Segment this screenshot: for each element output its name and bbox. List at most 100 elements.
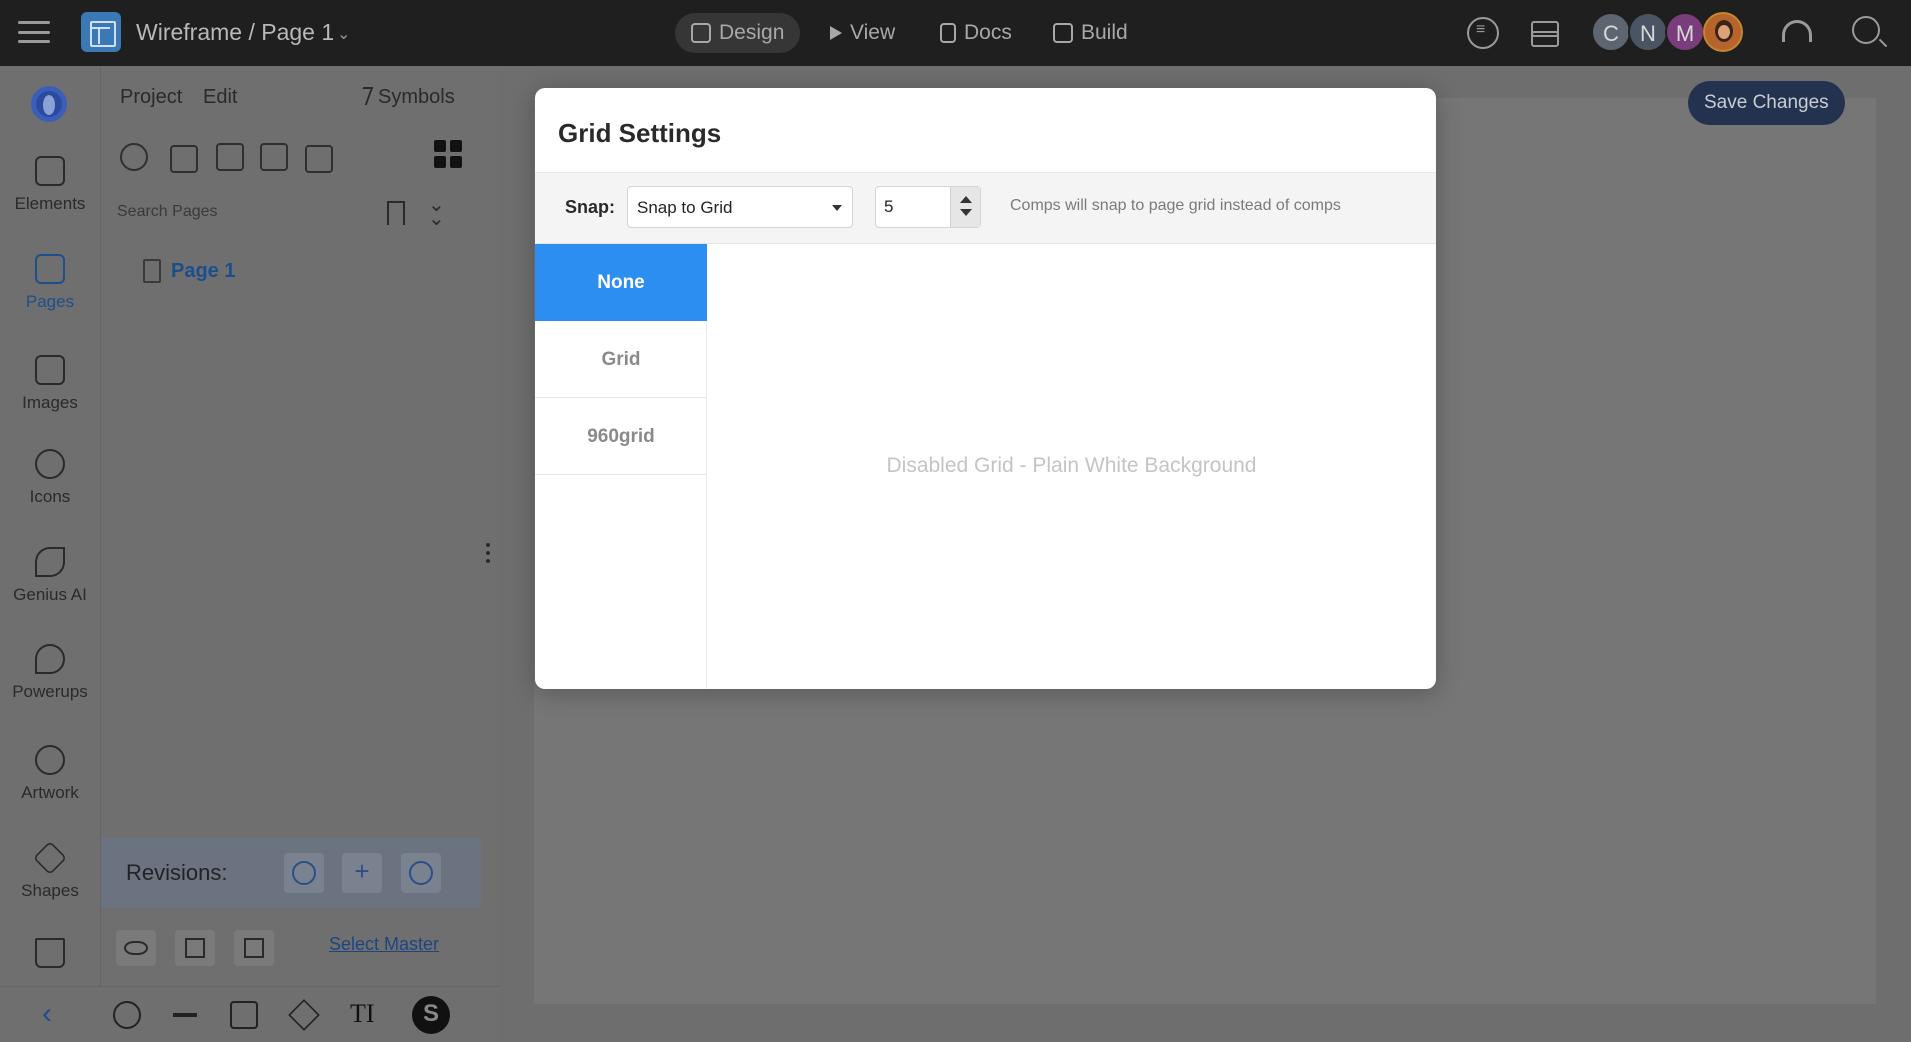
layers-icon[interactable] [1528,17,1560,49]
bottom-toolbar: ‹ TI [0,986,500,1042]
avatar[interactable]: M [1665,12,1705,52]
grid-view-icon[interactable] [434,140,462,168]
snap-size-stepper[interactable] [875,186,981,228]
document-icon [940,23,956,43]
bolt-icon [356,87,374,105]
user-avatar-photo[interactable] [1703,12,1743,52]
rail-item-label: Powerups [12,682,88,701]
duplicate-icon[interactable] [216,143,244,171]
tab-docs-label: Docs [964,21,1012,44]
add-page-icon[interactable] [120,143,148,171]
tab-build[interactable]: Build [1037,13,1144,53]
play-icon [830,26,842,40]
rail-item-store[interactable] [0,938,100,976]
app-logo-icon[interactable] [81,12,121,52]
recycle-revision-button[interactable] [401,853,441,893]
rail-item-artwork[interactable]: Artwork [0,745,100,803]
emoji-tool-icon[interactable] [113,1001,141,1029]
menu-symbols[interactable]: Symbols [356,86,455,109]
tab-docs[interactable]: Docs [924,13,1028,53]
stamp-tool-icon[interactable] [412,996,450,1034]
rectangle-tool-icon[interactable] [230,1001,258,1029]
add-revision-button[interactable]: + [342,853,382,893]
brand-logo-icon[interactable] [31,86,67,122]
snap-mode-select[interactable]: Snap to Grid [627,186,853,228]
visibility-button[interactable] [116,930,156,966]
rail-item-powerups[interactable]: Powerups [0,644,100,702]
avatar[interactable]: N [1628,12,1668,52]
dialog-title: Grid Settings [558,118,722,148]
design-icon [691,23,711,43]
spinner-up-icon[interactable] [960,196,972,203]
revisions-bar: Revisions: + [101,838,481,908]
rail-item-label: Genius AI [13,585,87,604]
rail-item-label: Icons [29,487,71,506]
page-item-label: Page 1 [171,259,236,282]
avatar[interactable]: C [1591,12,1631,52]
rail-item-genius-ai[interactable]: Genius AI [0,547,100,605]
rail-item-label: Artwork [21,783,79,802]
grid-option-960grid[interactable]: 960grid [535,398,707,475]
select-master-link[interactable]: Select Master [329,934,439,955]
terminal-icon [1053,23,1073,43]
tab-design[interactable]: Design [675,13,801,53]
rail-item-elements[interactable]: Elements [0,156,100,214]
revisions-label: Revisions: [126,860,228,885]
rail-item-label: Shapes [21,881,79,900]
spinner-control[interactable] [950,187,980,227]
double-chevron-down-icon[interactable]: ⌄ ⌄ [428,195,445,229]
plus-icon: + [354,856,370,886]
edit-icon[interactable] [260,143,288,171]
more-options-icon[interactable] [486,543,490,563]
move-tool-icon[interactable] [288,999,320,1031]
rail-item-images[interactable]: Images [0,355,100,413]
page-icon [143,259,161,283]
tab-build-label: Build [1081,21,1128,44]
chevron-down-icon[interactable]: ⌄ [337,24,350,44]
resize-page-button[interactable] [234,930,274,966]
headset-icon[interactable] [1782,20,1812,42]
left-rail: Elements Pages Images Icons Genius AI Po… [0,66,100,1042]
eye-icon [124,941,148,955]
rail-item-label: Elements [14,194,86,213]
ball-icon [35,745,65,775]
menu-project[interactable]: Project [120,86,182,109]
chevron-left-icon[interactable]: ‹ [42,997,52,1031]
bag-icon [35,938,65,968]
hamburger-menu-icon[interactable] [18,17,50,47]
spinner-down-icon[interactable] [960,209,972,216]
caret-down-icon [832,205,842,211]
revision-history-button[interactable] [284,853,324,893]
folder-icon[interactable] [170,145,198,173]
rail-item-shapes[interactable]: Shapes [0,841,100,901]
grid-toggle-button[interactable] [175,930,215,966]
top-bar: Wireframe / Page 1 ⌄ Design View Docs Bu… [0,0,1911,66]
line-tool-icon[interactable] [173,1013,197,1017]
resize-icon [244,938,264,958]
rail-item-icons[interactable]: Icons [0,449,100,507]
sparkle-icon [35,547,65,577]
comments-icon[interactable] [1467,17,1499,49]
trash-icon[interactable] [305,145,333,173]
snap-size-input[interactable] [884,195,944,219]
smiley-icon [35,449,65,479]
rail-item-pages[interactable]: Pages [0,254,100,312]
snap-settings-row: Snap: Snap to Grid Comps will snap to pa… [535,172,1436,244]
hash-grid-icon [185,938,205,958]
bookmark-icon[interactable] [387,201,405,225]
grid-options-list: None Grid 960grid [535,244,707,689]
document-title[interactable]: Wireframe / Page 1 [136,19,334,46]
grid-settings-dialog: Grid Settings Snap: Snap to Grid Comps w… [535,88,1436,689]
text-tool-icon[interactable]: TI [350,999,375,1029]
zoom-search-icon[interactable] [1852,16,1880,44]
grid-option-grid[interactable]: Grid [535,321,707,398]
save-changes-button[interactable]: Save Changes [1688,81,1845,125]
search-pages-input[interactable] [117,199,367,225]
page-list-item[interactable]: Page 1 [143,259,235,283]
tab-view[interactable]: View [814,13,911,53]
tab-design-label: Design [719,21,785,44]
snap-help-text: Comps will snap to page grid instead of … [1010,197,1341,214]
grid-preview-text: Disabled Grid - Plain White Background [886,454,1257,477]
menu-edit[interactable]: Edit [203,86,237,109]
grid-option-none[interactable]: None [535,244,707,321]
